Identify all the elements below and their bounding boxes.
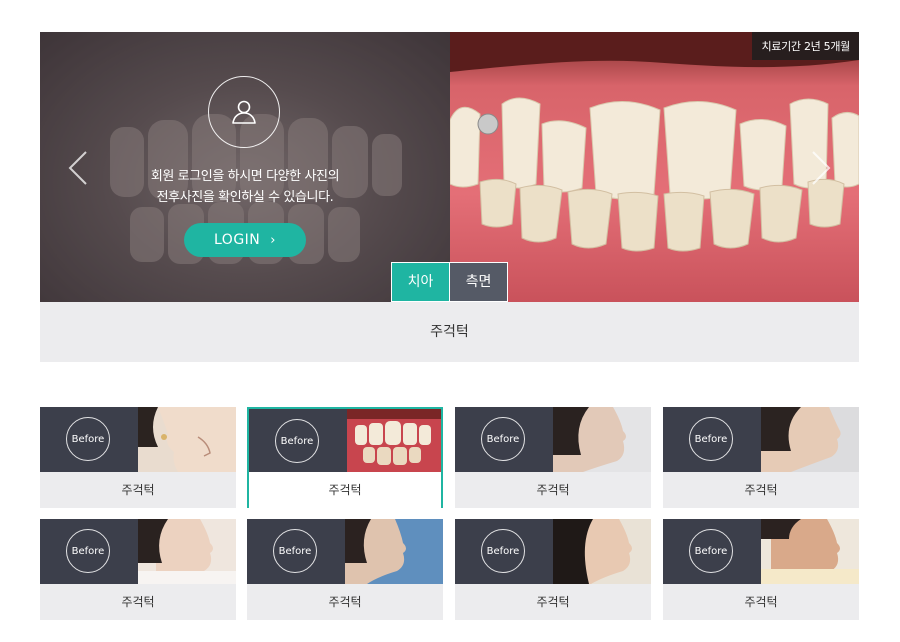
before-thumbnail: Before [249,409,347,474]
before-thumbnail: Before [455,519,553,584]
login-button[interactable]: LOGIN › [184,223,306,257]
before-thumbnail: Before [455,407,553,472]
login-message: 회원 로그인을 하시면 다양한 사진의 전후사진을 확인하실 수 있습니다. [100,166,390,208]
before-thumbnail: Before [40,407,138,472]
tab-teeth[interactable]: 치아 [391,262,450,302]
before-label: Before [481,417,525,461]
login-message-line-2: 전후사진을 확인하실 수 있습니다. [156,190,334,205]
case-card[interactable]: Before 주걱턱 [663,519,859,620]
case-card[interactable]: Before 주걱턱 [455,407,651,508]
before-thumbnail: Before [663,519,761,584]
case-card[interactable]: Before 주걱턱 [247,519,443,620]
chevron-right-icon[interactable] [810,150,832,186]
case-caption: 주걱턱 [40,302,859,362]
after-thumbnail [553,519,651,584]
before-thumbnail: Before [663,407,761,472]
before-thumbnail: Before [247,519,345,584]
after-thumbnail [761,407,859,472]
login-message-line-1: 회원 로그인을 하시면 다양한 사진의 [150,169,340,184]
after-thumbnail [138,407,236,472]
chevron-right-icon: › [270,233,276,248]
before-thumbnail: Before [40,519,138,584]
case-card[interactable]: Before 주걱턱 [40,407,236,508]
after-thumbnail [138,519,236,584]
case-card-label: 주걱턱 [663,584,859,620]
before-label: Before [689,417,733,461]
before-label: Before [66,417,110,461]
before-label: Before [481,529,525,573]
case-thumbnail-grid: Before 주걱턱 Before 주걱턱 Before 주걱턱 Before … [40,407,859,621]
before-label: Before [689,529,733,573]
after-teeth-image [449,32,859,252]
treatment-duration-badge: 치료기간 2년 5개월 [752,32,859,60]
login-button-label: LOGIN [214,232,261,248]
after-photo [449,32,859,302]
case-card-label: 주걱턱 [249,472,441,508]
login-prompt: 회원 로그인을 하시면 다양한 사진의 전후사진을 확인하실 수 있습니다. L… [40,32,450,302]
view-tabs: 치아 측면 [391,262,508,302]
before-label: Before [66,529,110,573]
case-card-label: 주걱턱 [455,472,651,508]
case-card[interactable]: Before 주걱턱 [663,407,859,508]
after-thumbnail [347,409,441,474]
case-card[interactable]: Before 주걱턱 [455,519,651,620]
before-after-slider: 치료기간 2년 5개월 회원 로그인을 하시면 다양한 사진의 전후사진을 확인… [40,32,859,302]
case-card-label: 주걱턱 [40,584,236,620]
before-label: Before [275,419,319,463]
before-label: Before [273,529,317,573]
case-card-selected[interactable]: Before 주걱턱 [247,407,443,508]
case-card-label: 주걱턱 [247,584,443,620]
after-thumbnail [553,407,651,472]
case-card-label: 주걱턱 [663,472,859,508]
chevron-left-icon[interactable] [67,150,89,186]
case-card-label: 주걱턱 [40,472,236,508]
user-icon [208,76,280,148]
case-card-label: 주걱턱 [455,584,651,620]
after-thumbnail [761,519,859,584]
after-thumbnail [345,519,443,584]
case-card[interactable]: Before 주걱턱 [40,519,236,620]
tab-profile[interactable]: 측면 [450,262,508,302]
